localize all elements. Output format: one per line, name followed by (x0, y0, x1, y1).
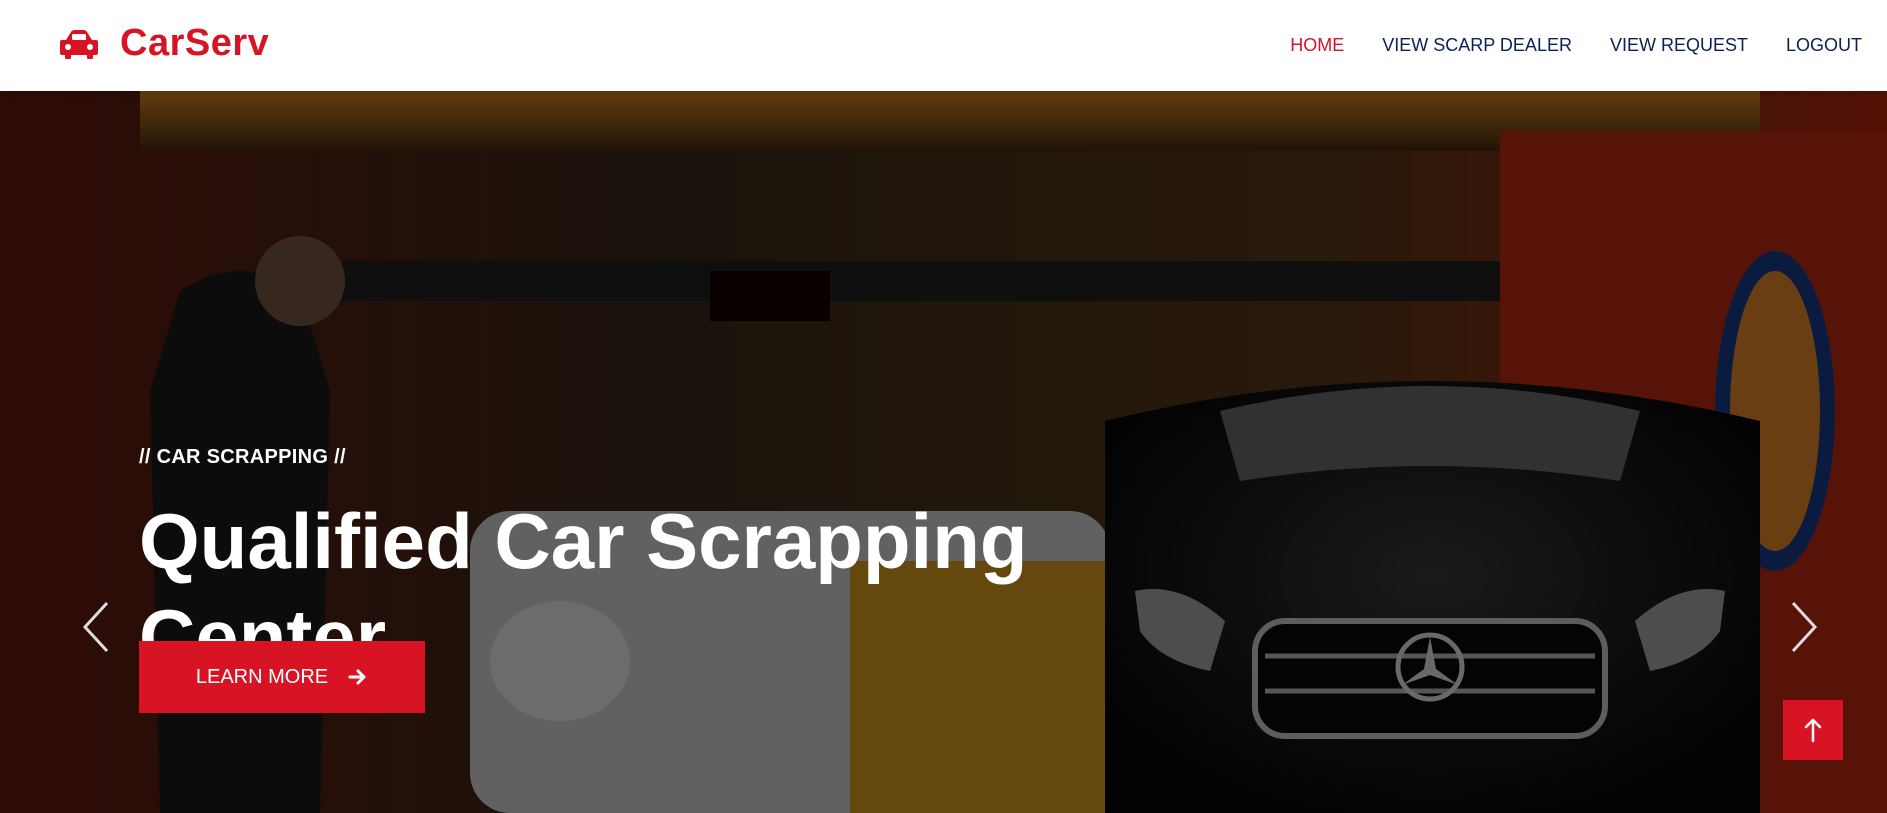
carousel-next-button[interactable] (1784, 597, 1824, 657)
nav-view-request[interactable]: VIEW REQUEST (1610, 35, 1748, 56)
hero-eyebrow: // CAR SCRAPPING // (139, 446, 346, 468)
learn-more-label: LEARN MORE (195, 665, 329, 688)
nav-view-scarp-dealer[interactable]: VIEW SCARP DEALER (1382, 35, 1572, 56)
nav-logout[interactable]: LOGOUT (1786, 35, 1862, 56)
top-navbar: CarServ HOME VIEW SCARP DEALER VIEW REQU… (0, 0, 1887, 91)
main-nav: HOME VIEW SCARP DEALER VIEW REQUEST LOGO… (1290, 0, 1862, 91)
carousel-prev-button[interactable] (76, 597, 116, 657)
car-icon (60, 29, 98, 59)
nav-home[interactable]: HOME (1290, 35, 1344, 56)
back-to-top-button[interactable] (1783, 700, 1843, 760)
learn-more-button[interactable]: LEARN MORE (139, 641, 425, 713)
arrow-up-icon (1804, 718, 1822, 743)
hero-carousel: // CAR SCRAPPING // Qualified Car Scrapp… (0, 91, 1887, 813)
chevron-right-icon (1791, 601, 1818, 653)
brand-logo[interactable]: CarServ (58, 22, 269, 65)
arrow-right-icon (348, 669, 366, 685)
chevron-left-icon (82, 601, 109, 653)
brand-name: CarServ (120, 22, 270, 64)
